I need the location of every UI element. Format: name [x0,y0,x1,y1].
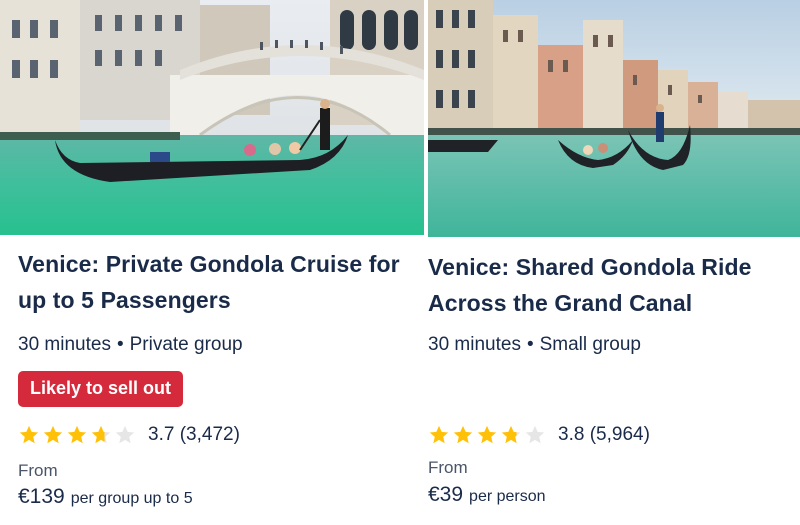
grand-canal-photo [428,0,800,237]
star-filled-icon [477,425,497,444]
group-type-text: Private group [129,334,243,355]
price-unit: per group up to 5 [70,490,193,507]
meta-separator: • [526,334,534,355]
rating-row: 3.8 (5,964) [428,424,650,446]
duration-text: 30 minutes [428,334,521,355]
activity-photo[interactable] [0,0,424,235]
activity-meta: 30 minutes • Private group [18,334,243,356]
activity-photo[interactable] [428,0,800,237]
star-filled-icon [19,425,39,444]
activity-title[interactable]: Venice: Shared Gondola Ride Across the G… [428,249,798,321]
activity-title[interactable]: Venice: Private Gondola Cruise for up to… [18,246,418,318]
rialto-bridge-photo [0,0,424,235]
star-empty-icon [525,425,545,444]
rating-value: 3.7 [148,424,175,445]
price-unit: per person [469,488,546,505]
star-filled-icon [429,425,449,444]
price-amount: €39 [428,483,464,506]
star-half-icon [501,425,521,444]
price-amount: €139 [18,485,65,508]
duration-text: 30 minutes [18,334,111,355]
activity-meta: 30 minutes • Small group [428,334,641,356]
star-rating [428,424,548,446]
star-empty-icon [115,425,135,444]
likely-to-sell-out-badge: Likely to sell out [18,371,184,407]
review-count: (5,964) [589,424,650,445]
star-half-icon [91,425,111,444]
activity-card-list: Venice: Private Gondola Cruise for up to… [0,0,800,525]
rating-value: 3.8 [558,424,585,445]
group-type-text: Small group [539,334,641,355]
star-filled-icon [453,425,473,444]
meta-separator: • [116,334,124,355]
rating-row: 3.7 (3,472) [18,424,240,446]
activity-card-shared-gondola[interactable]: Venice: Shared Gondola Ride Across the G… [428,0,800,525]
price-from-label: From [428,458,468,477]
price-from-label: From [18,461,58,480]
star-filled-icon [67,425,87,444]
star-filled-icon [43,425,63,444]
review-count: (3,472) [179,424,240,445]
star-rating [18,424,138,446]
price-row: €139 per group up to 5 [18,485,193,509]
activity-card-private-gondola[interactable]: Venice: Private Gondola Cruise for up to… [0,0,424,525]
price-row: €39 per person [428,483,546,507]
